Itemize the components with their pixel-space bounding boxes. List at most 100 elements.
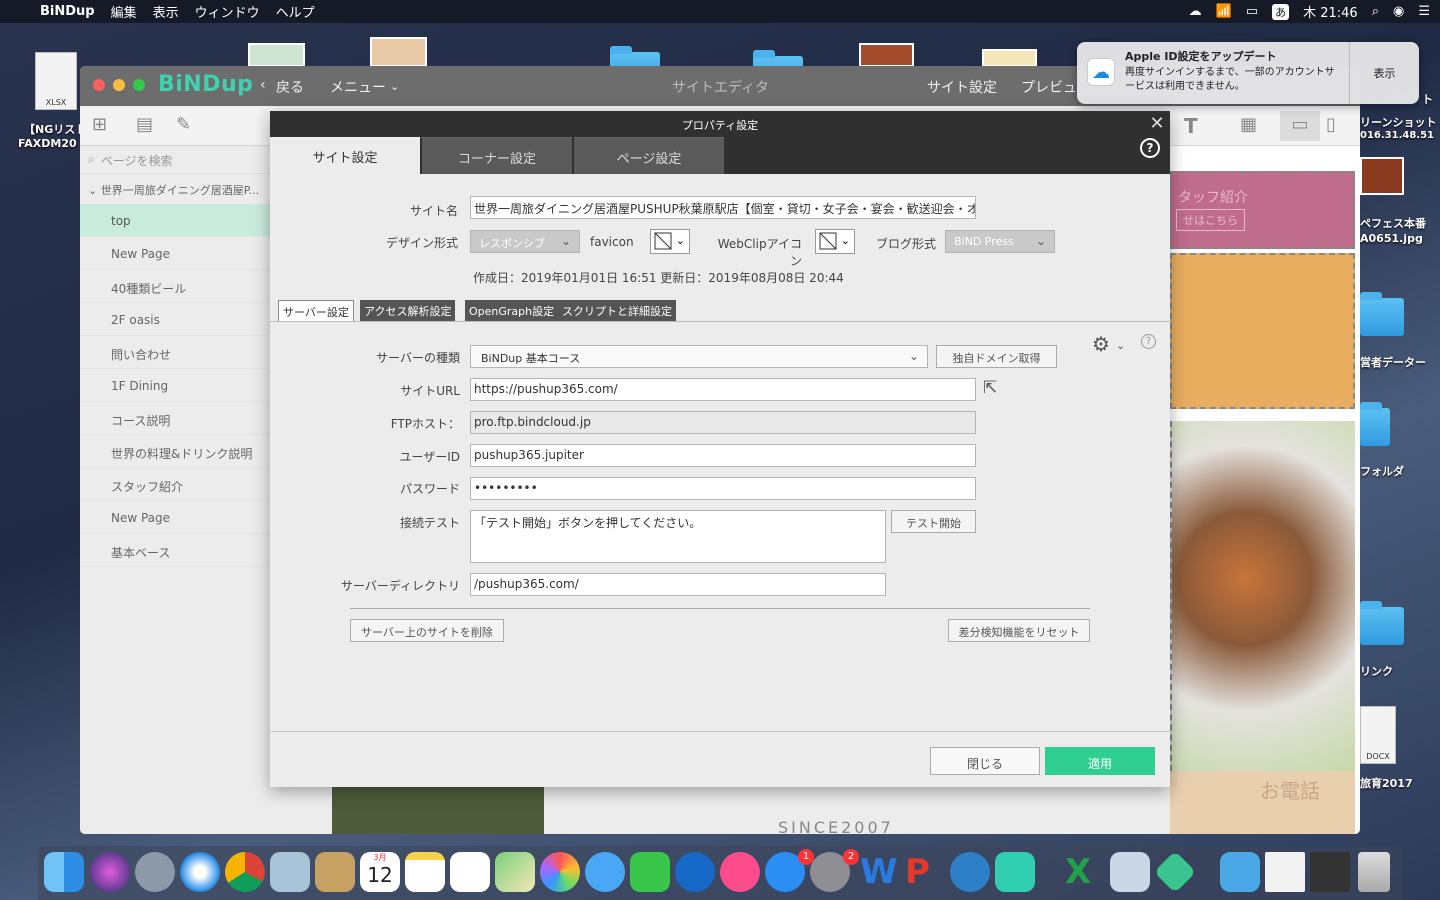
safari-icon[interactable]: [180, 852, 220, 892]
wifi-icon[interactable]: 📶: [1216, 4, 1232, 19]
contacts-icon[interactable]: [315, 852, 355, 892]
excel-icon[interactable]: X: [1065, 852, 1105, 892]
page-search[interactable]: ⌕ ページを検索: [80, 146, 270, 174]
calendar-icon[interactable]: 3月 12: [360, 852, 400, 892]
menu-view[interactable]: 表示: [153, 2, 179, 21]
notification-show-button[interactable]: 表示: [1349, 42, 1419, 104]
server-directory-field[interactable]: /pushup365.com/: [470, 573, 886, 596]
input-mode[interactable]: あ: [1272, 3, 1290, 20]
orange-section[interactable]: [1170, 253, 1355, 409]
favicon-select[interactable]: ⌄: [650, 229, 690, 254]
desktop-thumbnail[interactable]: [859, 43, 914, 67]
chevron-left-icon[interactable]: ‹: [260, 77, 266, 93]
finder-icon[interactable]: [44, 852, 84, 892]
vpn-icon[interactable]: [675, 852, 715, 892]
mobile-view-icon[interactable]: ▯: [1326, 114, 1348, 136]
edit-page-icon[interactable]: ✎: [176, 114, 198, 136]
cloud-icon[interactable]: ☁: [1189, 4, 1202, 19]
folder-icon[interactable]: [1360, 601, 1404, 645]
quicktime-icon[interactable]: [950, 852, 990, 892]
site-url-field[interactable]: https://pushup365.com/: [470, 378, 976, 401]
get-domain-button[interactable]: 独自ドメイン取得: [936, 345, 1057, 368]
password-field[interactable]: •••••••••: [470, 477, 976, 500]
messages-icon[interactable]: [585, 852, 625, 892]
folder-icon[interactable]: [1360, 402, 1390, 446]
add-page-icon[interactable]: ⊞: [92, 114, 114, 136]
site-tree-root[interactable]: ⌄ 世界一周旅ダイニング居酒屋P...: [80, 174, 270, 204]
apply-button[interactable]: 適用: [1045, 747, 1155, 775]
page-item[interactable]: top: [80, 204, 270, 237]
launchpad-icon[interactable]: [135, 852, 175, 892]
webclip-select[interactable]: ⌄: [815, 229, 855, 254]
text-icon[interactable]: T: [1184, 114, 1206, 138]
staff-section[interactable]: タッフ紹介 せはこちら: [1170, 171, 1355, 249]
design-select[interactable]: レスポンシブ ⌄: [470, 230, 580, 253]
itunes-icon[interactable]: [720, 852, 760, 892]
icloud-notification[interactable]: ☁ Apple ID設定をアップデート 再度サインインするまで、一部のアカウント…: [1077, 42, 1419, 104]
menu-window[interactable]: ウィンドウ: [195, 2, 260, 21]
green-app-icon[interactable]: [1153, 850, 1197, 894]
screenshot-icon[interactable]: [1310, 852, 1350, 892]
subtab-opengraph[interactable]: OpenGraph設定: [465, 300, 559, 321]
test-start-button[interactable]: テスト開始: [891, 510, 976, 533]
maps-icon[interactable]: [495, 852, 535, 892]
page-item[interactable]: New Page: [80, 501, 270, 534]
minimize-window-button[interactable]: [113, 79, 125, 91]
desktop-thumbnail[interactable]: [370, 37, 427, 67]
back-button[interactable]: 戻る: [276, 77, 304, 97]
page-item[interactable]: 1F Dining: [80, 369, 270, 402]
battery-icon[interactable]: ▭: [1246, 4, 1258, 19]
preview-button[interactable]: プレビュ: [1021, 77, 1077, 97]
ftp-host-field[interactable]: pro.ftp.bindcloud.jp: [470, 411, 976, 434]
preview-app-icon[interactable]: [1110, 852, 1150, 892]
help-icon[interactable]: ?: [1140, 138, 1160, 158]
menu-edit[interactable]: 編集: [111, 2, 137, 21]
tab-site-settings[interactable]: サイト設定: [270, 137, 420, 174]
page-item[interactable]: 2F oasis: [80, 303, 270, 336]
layout-icon[interactable]: ▦: [1240, 114, 1262, 136]
menu-button[interactable]: メニュー: [330, 77, 386, 97]
notification-center-icon[interactable]: ☰: [1418, 4, 1430, 19]
siri-icon[interactable]: ◉: [1393, 4, 1404, 19]
page-item[interactable]: New Page: [80, 237, 270, 270]
downloads-folder-icon[interactable]: [1220, 852, 1260, 892]
notes-icon[interactable]: [405, 852, 445, 892]
subtab-server[interactable]: サーバー設定: [278, 300, 354, 321]
server-type-select[interactable]: BiNDup 基本コース ⌄: [470, 345, 928, 368]
menu-app-name[interactable]: BiNDup: [40, 4, 95, 19]
close-icon[interactable]: ✕: [1148, 115, 1166, 133]
user-id-field[interactable]: pushup365.jupiter: [470, 444, 976, 467]
page-item[interactable]: コース説明: [80, 402, 270, 435]
trash-icon[interactable]: [1358, 852, 1390, 892]
reset-diff-button[interactable]: 差分検知機能をリセット: [948, 619, 1090, 642]
close-window-button[interactable]: [93, 79, 105, 91]
page-item[interactable]: スタッフ紹介: [80, 468, 270, 501]
gear-icon[interactable]: ⚙: [1092, 332, 1110, 356]
document-icon[interactable]: [1265, 852, 1305, 892]
clock[interactable]: 木 21:46: [1303, 2, 1358, 21]
docx-file-icon[interactable]: DOCX: [1360, 706, 1396, 764]
page-item[interactable]: 問い合わせ: [80, 336, 270, 369]
folder-icon[interactable]: [1360, 292, 1404, 336]
delete-server-site-button[interactable]: サーバー上のサイトを削除: [350, 619, 504, 642]
site-settings-button[interactable]: サイト設定: [927, 77, 997, 97]
menu-help[interactable]: ヘルプ: [276, 2, 315, 21]
site-name-field[interactable]: 世界一周旅ダイニング居酒屋PUSHUP秋葉原駅店【個室・貸切・女子会・宴会・歓送…: [470, 196, 976, 219]
tab-page-settings[interactable]: ページ設定: [574, 137, 724, 174]
siri-icon[interactable]: [90, 852, 130, 892]
close-button[interactable]: 閉じる: [930, 747, 1040, 775]
page-item[interactable]: 40種類ビール: [80, 270, 270, 303]
mail-bird-icon[interactable]: [270, 852, 310, 892]
phone-section[interactable]: お電話: [1170, 771, 1355, 834]
subtab-script[interactable]: スクリプトと詳細設定: [558, 300, 676, 321]
chrome-icon[interactable]: [225, 852, 265, 892]
page-icon[interactable]: ▤: [136, 114, 158, 136]
facetime-icon[interactable]: [630, 852, 670, 892]
desktop-thumbnail[interactable]: [982, 49, 1037, 67]
zoom-window-button[interactable]: [133, 79, 145, 91]
desktop-view-icon[interactable]: ▭: [1280, 111, 1320, 141]
reminders-icon[interactable]: [450, 852, 490, 892]
tab-corner-settings[interactable]: コーナー設定: [422, 137, 572, 174]
page-item[interactable]: 世界の料理&ドリンク説明: [80, 435, 270, 468]
desktop-thumbnail[interactable]: [248, 43, 305, 67]
